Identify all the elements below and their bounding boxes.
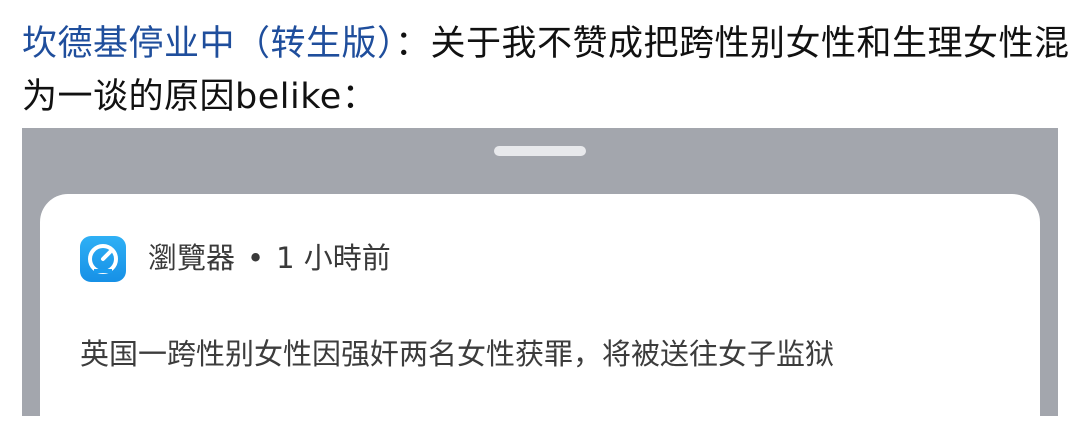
post-colon: ： [395, 24, 431, 64]
notification-message: 英国一跨性别女性因强奸两名女性获罪，将被送往女子监狱 [80, 337, 835, 371]
post-author-link[interactable]: 坎德基停业中（转生版） [22, 24, 395, 64]
app-name: 瀏覽器 [148, 241, 236, 275]
header-separator: • [247, 241, 265, 275]
notification-shade-screenshot: 瀏覽器 • 1 小時前 英国一跨性别女性因强奸两名女性获罪，将被送往女子监狱 [22, 128, 1058, 416]
notification-card[interactable]: 瀏覽器 • 1 小時前 英国一跨性别女性因强奸两名女性获罪，将被送往女子监狱 [40, 194, 1040, 416]
notification-header: 瀏覽器 • 1 小時前 [148, 238, 391, 278]
drag-handle[interactable] [494, 146, 586, 156]
post-text: 坎德基停业中（转生版）：关于我不赞成把跨性别女性和生理女性混为一谈的原因beli… [22, 18, 1072, 124]
browser-compass-icon [80, 236, 126, 282]
notification-time: 1 小時前 [276, 241, 391, 275]
